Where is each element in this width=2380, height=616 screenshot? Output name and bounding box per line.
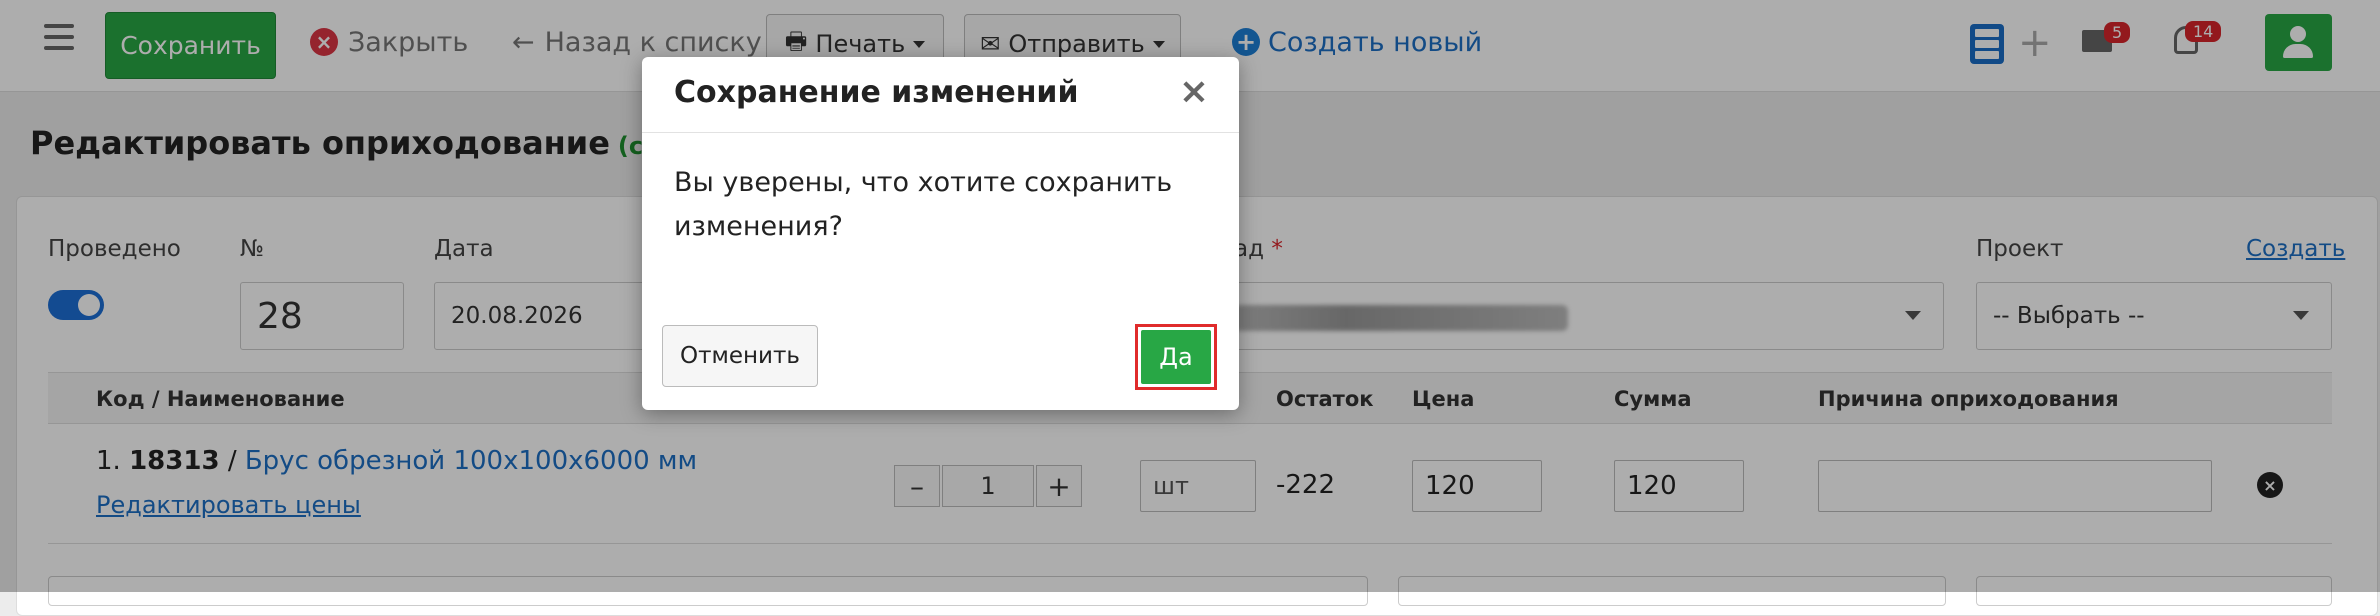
confirm-save-dialog: Сохранение изменений × Вы уверены, что х… [642, 57, 1239, 410]
confirm-highlight: Да [1135, 324, 1217, 390]
confirm-yes-button[interactable]: Да [1141, 330, 1211, 384]
dialog-message: Вы уверены, что хотите сохранить изменен… [674, 167, 1173, 242]
dialog-divider [642, 132, 1239, 133]
dialog-title: Сохранение изменений [674, 75, 1079, 110]
cancel-button[interactable]: Отменить [662, 325, 818, 387]
close-icon[interactable]: × [1179, 71, 1209, 112]
